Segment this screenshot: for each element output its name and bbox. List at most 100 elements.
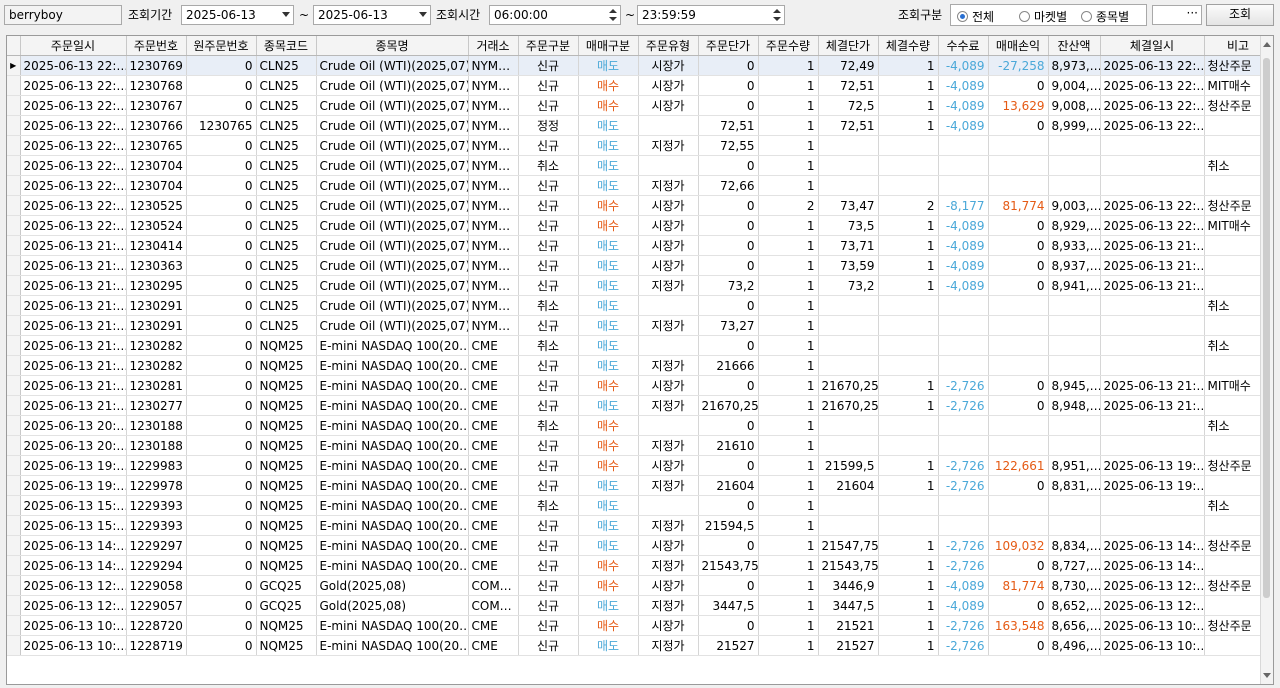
table-row[interactable]: 2025-06-13 10:… 1228719 0 NQM25 E-mini NASDA… bbox=[7, 635, 1273, 656]
table-row[interactable]: 2025-06-13 22:… 1230704 0 CLN25 Crude Oil (W… bbox=[7, 155, 1273, 176]
row-indicator[interactable] bbox=[7, 395, 21, 416]
table-row[interactable]: 2025-06-13 21:… 1230291 0 CLN25 Crude Oil (W… bbox=[7, 295, 1273, 316]
time-to-spinner[interactable]: 23:59:59 bbox=[637, 5, 785, 25]
spin-up-icon[interactable] bbox=[773, 9, 781, 13]
column-header-order-type[interactable]: 주문유형 bbox=[638, 36, 699, 56]
column-header-fee[interactable]: 수수료 bbox=[938, 36, 989, 56]
table-row[interactable]: 2025-06-13 21:… 1230282 0 NQM25 E-mini NASDA… bbox=[7, 355, 1273, 376]
column-header-fill-datetime[interactable]: 체결일시 bbox=[1100, 36, 1205, 56]
user-id-field[interactable]: berryboy bbox=[4, 5, 122, 25]
table-row[interactable]: 2025-06-13 12:… 1229058 0 GCQ25 Gold(2025,08… bbox=[7, 575, 1273, 596]
row-indicator[interactable] bbox=[7, 435, 21, 456]
vertical-scrollbar[interactable] bbox=[1260, 36, 1273, 684]
table-row[interactable]: 2025-06-13 22:… 1230767 0 CLN25 Crude Oil (W… bbox=[7, 95, 1273, 116]
table-row[interactable]: 2025-06-13 21:… 1230281 0 NQM25 E-mini NASDA… bbox=[7, 375, 1273, 396]
cell-order-datetime: 2025-06-13 19:… bbox=[20, 475, 127, 496]
column-header-pnl[interactable]: 매매손익 bbox=[988, 36, 1049, 56]
row-indicator[interactable] bbox=[7, 595, 21, 616]
table-row[interactable]: 2025-06-13 15:… 1229393 0 NQM25 E-mini NASDA… bbox=[7, 515, 1273, 536]
table-row[interactable]: 2025-06-13 10:… 1228720 0 NQM25 E-mini NASDA… bbox=[7, 615, 1273, 636]
row-indicator[interactable] bbox=[7, 115, 21, 136]
spin-up-icon[interactable] bbox=[609, 9, 617, 13]
row-indicator[interactable] bbox=[7, 615, 21, 636]
table-row[interactable]: 2025-06-13 19:… 1229978 0 NQM25 E-mini NASDA… bbox=[7, 475, 1273, 496]
row-indicator[interactable] bbox=[7, 275, 21, 296]
table-row[interactable]: 2025-06-13 21:… 1230414 0 CLN25 Crude Oil (W… bbox=[7, 235, 1273, 256]
date-from-picker[interactable]: 2025-06-13 bbox=[181, 5, 294, 25]
row-indicator[interactable] bbox=[7, 195, 21, 216]
row-indicator[interactable] bbox=[7, 635, 21, 656]
spin-down-icon[interactable] bbox=[609, 17, 617, 21]
chevron-down-icon[interactable] bbox=[282, 12, 290, 17]
row-indicator[interactable] bbox=[7, 415, 21, 436]
row-indicator[interactable] bbox=[7, 535, 21, 556]
row-indicator[interactable] bbox=[7, 295, 21, 316]
column-header-symbol-name[interactable]: 종목명 bbox=[316, 36, 469, 56]
row-indicator[interactable] bbox=[7, 255, 21, 276]
row-indicator[interactable] bbox=[7, 495, 21, 516]
row-indicator[interactable] bbox=[7, 375, 21, 396]
row-indicator[interactable] bbox=[7, 75, 21, 96]
table-row[interactable]: 2025-06-13 22:… 1230704 0 CLN25 Crude Oil (W… bbox=[7, 175, 1273, 196]
table-row[interactable]: 2025-06-13 21:… 1230282 0 NQM25 E-mini NASDA… bbox=[7, 335, 1273, 356]
table-row[interactable]: 2025-06-13 12:… 1229057 0 GCQ25 Gold(2025,08… bbox=[7, 595, 1273, 616]
table-row[interactable]: 2025-06-13 22:… 1230765 0 CLN25 Crude Oil (W… bbox=[7, 135, 1273, 156]
radio-all[interactable]: 전체 bbox=[957, 8, 994, 25]
column-header-symbol-code[interactable]: 종목코드 bbox=[256, 36, 317, 56]
scroll-thumb[interactable] bbox=[1263, 58, 1270, 598]
date-to-picker[interactable]: 2025-06-13 bbox=[313, 5, 431, 25]
row-indicator[interactable] bbox=[7, 575, 21, 596]
search-button[interactable]: 조회 bbox=[1206, 4, 1274, 26]
row-indicator[interactable] bbox=[7, 515, 21, 536]
scroll-up-icon[interactable] bbox=[1263, 42, 1271, 47]
table-row[interactable]: 2025-06-13 22:… 1230768 0 CLN25 Crude Oil (W… bbox=[7, 75, 1273, 96]
table-row[interactable]: 2025-06-13 22:… 1230766 1230765 CLN25 Crude … bbox=[7, 115, 1273, 136]
table-row[interactable]: 2025-06-13 15:… 1229393 0 NQM25 E-mini NASDA… bbox=[7, 495, 1273, 516]
column-header-balance[interactable]: 잔산액 bbox=[1048, 36, 1101, 56]
table-row[interactable]: 2025-06-13 14:… 1229294 0 NQM25 E-mini NASDA… bbox=[7, 555, 1273, 576]
table-row[interactable]: 2025-06-13 21:… 1230277 0 NQM25 E-mini NASDA… bbox=[7, 395, 1273, 416]
column-header-orig-order-no[interactable]: 원주문번호 bbox=[186, 36, 257, 56]
row-indicator[interactable] bbox=[7, 455, 21, 476]
table-row[interactable]: 2025-06-13 19:… 1229983 0 NQM25 E-mini NASDA… bbox=[7, 455, 1273, 476]
column-header-order-datetime[interactable]: 주문일시 bbox=[20, 36, 127, 56]
row-indicator[interactable] bbox=[7, 475, 21, 496]
ellipsis-icon[interactable]: ··· bbox=[1187, 6, 1198, 20]
radio-market[interactable]: 마켓별 bbox=[1019, 8, 1067, 25]
column-header-order-price[interactable]: 주문단가 bbox=[698, 36, 759, 56]
column-header-order-no[interactable]: 주문번호 bbox=[126, 36, 187, 56]
column-header-fill-qty[interactable]: 체결수량 bbox=[878, 36, 939, 56]
extra-search-field[interactable]: ··· bbox=[1152, 5, 1202, 25]
table-row[interactable]: 2025-06-13 22:… 1230524 0 CLN25 Crude Oil (W… bbox=[7, 215, 1273, 236]
column-header-exchange[interactable]: 거래소 bbox=[468, 36, 519, 56]
row-indicator[interactable] bbox=[7, 135, 21, 156]
cell-symbol-name: E-mini NASDAQ 100(20… bbox=[316, 495, 469, 516]
row-indicator[interactable] bbox=[7, 235, 21, 256]
table-row[interactable]: 2025-06-13 21:… 1230291 0 CLN25 Crude Oil (W… bbox=[7, 315, 1273, 336]
table-row[interactable]: 2025-06-13 21:… 1230363 0 CLN25 Crude Oil (W… bbox=[7, 255, 1273, 276]
row-indicator[interactable] bbox=[7, 215, 21, 236]
table-row[interactable]: 2025-06-13 14:… 1229297 0 NQM25 E-mini NASDA… bbox=[7, 535, 1273, 556]
column-header-fill-price[interactable]: 체결단가 bbox=[818, 36, 879, 56]
row-indicator[interactable] bbox=[7, 155, 21, 176]
current-row-arrow-icon[interactable]: ▶ bbox=[7, 55, 21, 76]
column-header-trade-side[interactable]: 매매구분 bbox=[578, 36, 639, 56]
chevron-down-icon[interactable] bbox=[419, 12, 427, 17]
table-row[interactable]: 2025-06-13 22:… 1230525 0 CLN25 Crude Oil (W… bbox=[7, 195, 1273, 216]
time-from-spinner[interactable]: 06:00:00 bbox=[489, 5, 621, 25]
column-header-order-qty[interactable]: 주문수량 bbox=[758, 36, 819, 56]
spin-down-icon[interactable] bbox=[773, 17, 781, 21]
table-row[interactable]: 2025-06-13 20:… 1230188 0 NQM25 E-mini NASDA… bbox=[7, 415, 1273, 436]
radio-symbol[interactable]: 종목별 bbox=[1081, 8, 1129, 25]
row-indicator[interactable] bbox=[7, 175, 21, 196]
row-indicator[interactable] bbox=[7, 315, 21, 336]
scroll-down-icon[interactable] bbox=[1263, 673, 1271, 678]
row-indicator[interactable] bbox=[7, 95, 21, 116]
table-row[interactable]: 2025-06-13 20:… 1230188 0 NQM25 E-mini NASDA… bbox=[7, 435, 1273, 456]
row-indicator[interactable] bbox=[7, 335, 21, 356]
table-row[interactable]: ▶ 2025-06-13 22:… 1230769 0 CLN25 Crude Oil (… bbox=[7, 55, 1273, 76]
column-header-order-kind[interactable]: 주문구분 bbox=[518, 36, 579, 56]
row-indicator[interactable] bbox=[7, 555, 21, 576]
row-indicator[interactable] bbox=[7, 355, 21, 376]
table-row[interactable]: 2025-06-13 21:… 1230295 0 CLN25 Crude Oil (W… bbox=[7, 275, 1273, 296]
